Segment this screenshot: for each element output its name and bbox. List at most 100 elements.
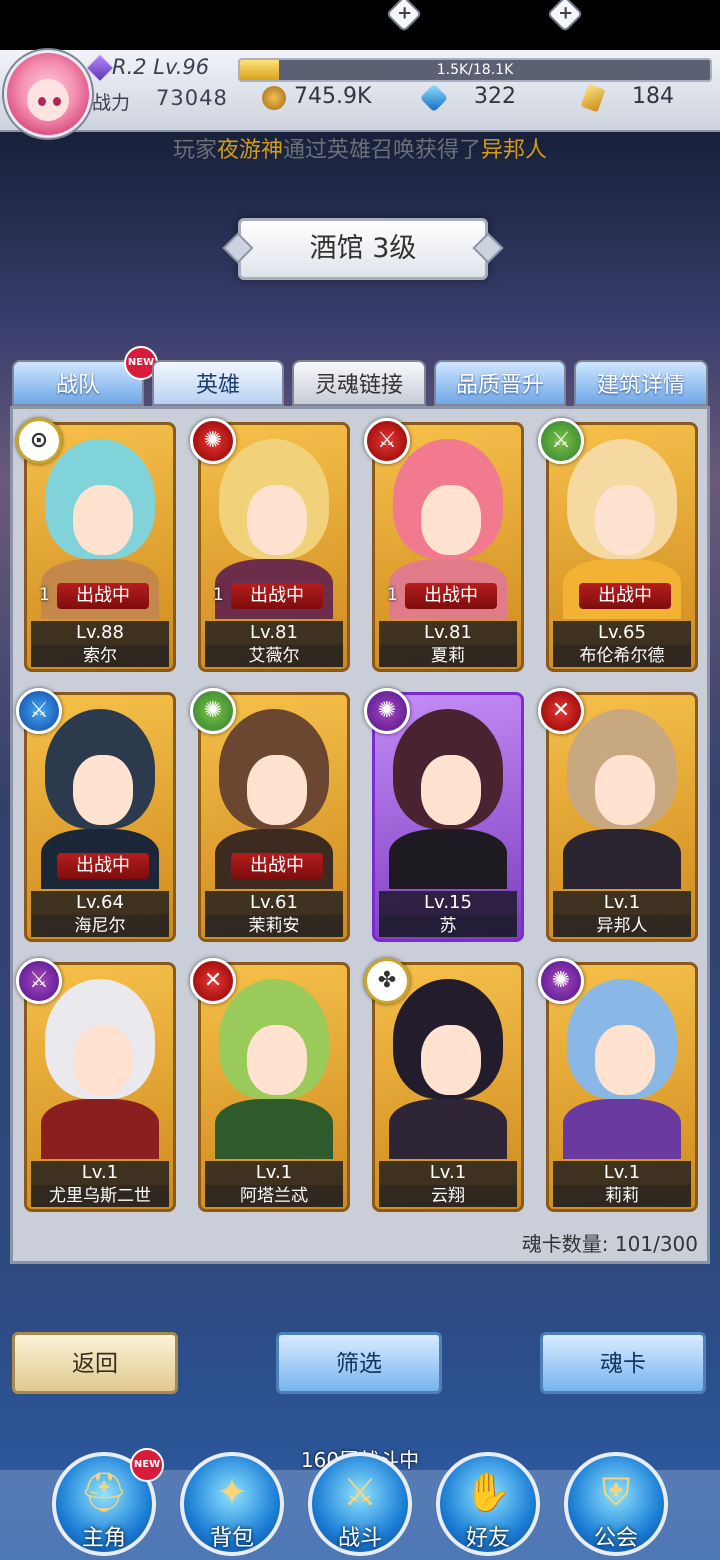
element-icon: ⊙ (16, 418, 62, 464)
portrait-outfit (389, 829, 507, 889)
plus-icon: + (558, 2, 574, 24)
soul-card-count: 魂卡数量: 101/300 (521, 1232, 698, 1256)
nav-label: 主角 (81, 1526, 126, 1551)
hero-level: Lv.1 (553, 1161, 691, 1185)
hero-level: Lv.88 (31, 621, 169, 645)
portrait-face (73, 1025, 133, 1095)
soul-link-count: 1 (213, 585, 224, 605)
nav-button-crossed-swords[interactable]: ⚔ 战斗 (308, 1452, 412, 1556)
crossed-swords-icon: ⚔ (342, 1470, 378, 1514)
filter-button[interactable]: 筛选 (276, 1332, 442, 1394)
backpack-icon: ✦ (216, 1470, 248, 1514)
new-badge: NEW (130, 1448, 164, 1482)
avatar-eye (53, 97, 61, 106)
hero-name: 艾薇尔 (205, 645, 343, 667)
soul-link-count: 1 (387, 585, 398, 605)
gold-value: 745.9K (294, 84, 372, 109)
soul-link-count: 1 (39, 585, 50, 605)
in-battle-badge: 出战中 (231, 583, 323, 609)
portrait-face (595, 485, 655, 555)
portrait-face (247, 755, 307, 825)
avatar-eye (38, 97, 46, 106)
nav-label: 公会 (593, 1526, 638, 1551)
hero-level: Lv.65 (553, 621, 691, 645)
handshake-icon: ✋ (464, 1470, 512, 1514)
element-icon: ✺ (364, 688, 410, 734)
hero-name: 布伦希尔德 (553, 645, 691, 667)
exp-bar: 1.5K/18.1K (238, 58, 712, 82)
nav-label: 战斗 (337, 1526, 382, 1551)
nav-button-guild-crest[interactable]: ⛨ 公会 (564, 1452, 668, 1556)
in-battle-badge: 出战中 (231, 853, 323, 879)
portrait-face (595, 1025, 655, 1095)
hero-level: Lv.64 (31, 891, 169, 915)
hero-name: 夏莉 (379, 645, 517, 667)
broadcast-prefix: 玩家 (172, 138, 217, 163)
broadcast-message: 玩家夜游神通过英雄召唤获得了异邦人 (0, 132, 720, 164)
hero-portrait (209, 973, 339, 1159)
element-icon: ⚔ (364, 418, 410, 464)
nav-label: 背包 (209, 1526, 254, 1551)
portrait-face (73, 485, 133, 555)
status-bar (0, 0, 720, 50)
hero-portrait (557, 703, 687, 889)
portrait-outfit (215, 1099, 333, 1159)
in-battle-badge: 出战中 (405, 583, 497, 609)
broadcast-player: 夜游神 (216, 138, 283, 163)
broadcast-hero: 异邦人 (481, 138, 548, 163)
nav-button-handshake[interactable]: ✋ 好友 (436, 1452, 540, 1556)
tab-heroes[interactable]: 英雄 (152, 360, 284, 406)
in-battle-badge: 出战中 (57, 853, 149, 879)
guild-crest-icon: ⛨ (601, 1470, 631, 1514)
hero-portrait (557, 973, 687, 1159)
hero-level: Lv.81 (205, 621, 343, 645)
hero-portrait (35, 973, 165, 1159)
exp-text: 1.5K/18.1K (436, 62, 514, 78)
hero-level: Lv.61 (205, 891, 343, 915)
power-label: 战力 (92, 92, 131, 114)
hero-level: Lv.1 (205, 1161, 343, 1185)
hero-name: 尤里乌斯二世 (31, 1185, 169, 1207)
hero-level: Lv.1 (553, 891, 691, 915)
portrait-outfit (41, 1099, 159, 1159)
hero-level: Lv.1 (31, 1161, 169, 1185)
player-avatar[interactable] (4, 50, 92, 138)
portrait-face (595, 755, 655, 825)
tab-quality-upgrade[interactable]: 品质晋升 (434, 360, 566, 406)
hero-name: 茉莉安 (205, 915, 343, 937)
nav-label: 好友 (465, 1526, 510, 1551)
hero-name: 云翔 (379, 1185, 517, 1207)
building-title: 酒馆 3级 (238, 218, 488, 280)
ticket-value: 184 (632, 84, 674, 109)
element-icon: ✺ (538, 958, 584, 1004)
portrait-face (421, 755, 481, 825)
broadcast-middle: 通过英雄召唤获得了 (283, 138, 482, 163)
element-icon: ✕ (190, 958, 236, 1004)
tab-soul-link[interactable]: 灵魂链接 (292, 360, 426, 406)
hero-name: 阿塔兰忒 (205, 1185, 343, 1207)
element-icon: ⚔ (538, 418, 584, 464)
element-icon: ✕ (538, 688, 584, 734)
portrait-face (73, 755, 133, 825)
hero-level: Lv.15 (379, 891, 517, 915)
hero-level: Lv.1 (379, 1161, 517, 1185)
element-icon: ⚔ (16, 688, 62, 734)
nav-button-backpack[interactable]: ✦ 背包 (180, 1452, 284, 1556)
element-icon: ✺ (190, 418, 236, 464)
portrait-outfit (563, 1099, 681, 1159)
hero-name: 海尼尔 (31, 915, 169, 937)
hero-portrait (383, 973, 513, 1159)
plus-icon: + (397, 2, 413, 24)
portrait-face (247, 1025, 307, 1095)
portrait-face (421, 1025, 481, 1095)
hero-name: 索尔 (31, 645, 169, 667)
tab-building-details[interactable]: 建筑详情 (574, 360, 708, 406)
portrait-outfit (563, 829, 681, 889)
hero-name: 异邦人 (553, 915, 691, 937)
power-value: 73048 (156, 86, 228, 110)
in-battle-badge: 出战中 (579, 583, 671, 609)
soul-card-button[interactable]: 魂卡 (540, 1332, 706, 1394)
portrait-face (421, 485, 481, 555)
back-button[interactable]: 返回 (12, 1332, 178, 1394)
rank-level: R.2 Lv.96 (112, 55, 210, 79)
